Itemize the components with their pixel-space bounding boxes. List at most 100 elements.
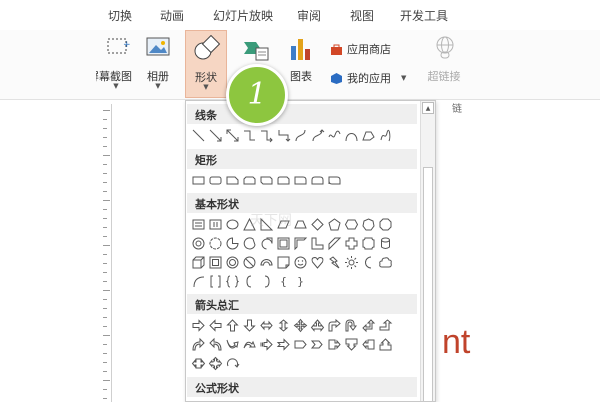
cloud-icon[interactable] [377, 253, 394, 271]
double-bracket-icon[interactable] [207, 272, 224, 290]
diamond-icon[interactable] [309, 215, 326, 233]
curve-icon[interactable] [343, 126, 360, 144]
folded-corner-icon[interactable] [275, 253, 292, 271]
tab-developer[interactable]: 开发工具 [400, 7, 448, 24]
gallery-scrollbar[interactable]: ▲ [420, 101, 435, 401]
striped-right-arrow-icon[interactable] [258, 335, 275, 353]
arc-icon[interactable] [190, 272, 207, 290]
up-down-arrow-icon[interactable] [275, 316, 292, 334]
vertical-text-box-icon[interactable] [207, 215, 224, 233]
chevron-arrow-icon[interactable] [309, 335, 326, 353]
round-single-corner-rectangle-icon[interactable] [292, 171, 309, 189]
scroll-up-icon[interactable]: ▲ [422, 102, 434, 114]
chord-icon[interactable] [241, 234, 258, 252]
freeform-icon[interactable] [360, 126, 377, 144]
notched-right-arrow-icon[interactable] [275, 335, 292, 353]
pie-icon[interactable] [224, 234, 241, 252]
hyperlink-button[interactable]: 超链接 [424, 30, 464, 98]
heptagon-icon[interactable] [360, 215, 377, 233]
pentagon-icon[interactable] [326, 215, 343, 233]
curved-left-arrow-icon[interactable] [207, 335, 224, 353]
snip-diagonal-rectangle-icon[interactable] [258, 171, 275, 189]
teardrop-icon[interactable] [258, 234, 275, 252]
donut-icon[interactable] [224, 253, 241, 271]
oval-icon[interactable] [224, 215, 241, 233]
down-arrow-callout-icon[interactable] [343, 335, 360, 353]
shapes-button[interactable]: 形状 ▼ [185, 30, 227, 98]
left-right-arrow-callout-icon[interactable] [190, 354, 207, 372]
heart-icon[interactable] [309, 253, 326, 271]
screenshot-button[interactable]: + 屏幕截图 ▼ [96, 30, 136, 98]
cube-icon[interactable] [190, 253, 207, 271]
tab-slideshow[interactable]: 幻灯片放映 [213, 7, 273, 24]
pentagon-arrow-icon[interactable] [292, 335, 309, 353]
diagonal-stripe-icon[interactable] [326, 234, 343, 252]
decagon-icon[interactable] [190, 234, 207, 252]
round-same-side-rectangle-icon[interactable] [309, 171, 326, 189]
elbow-double-arrow-icon[interactable] [275, 126, 292, 144]
block-arc-icon[interactable] [258, 253, 275, 271]
l-shape-icon[interactable] [309, 234, 326, 252]
scribble-icon[interactable] [377, 126, 394, 144]
right-arrow-icon[interactable] [190, 316, 207, 334]
left-right-up-arrow-icon[interactable] [309, 316, 326, 334]
line-icon[interactable] [190, 126, 207, 144]
curved-arrow-connector-icon[interactable] [309, 126, 326, 144]
octagon-icon[interactable] [377, 215, 394, 233]
right-brace-icon[interactable]: } [292, 272, 309, 290]
chart-button[interactable]: 图表 [282, 30, 320, 98]
sun-icon[interactable] [343, 253, 360, 271]
left-arrow-callout-icon[interactable] [360, 335, 377, 353]
left-arrow-icon[interactable] [207, 316, 224, 334]
double-brace-icon[interactable] [224, 272, 241, 290]
left-brace-icon[interactable]: { [275, 272, 292, 290]
elbow-arrow-connector-icon[interactable] [258, 126, 275, 144]
lightning-bolt-icon[interactable] [326, 253, 343, 271]
quad-arrow-icon[interactable] [292, 316, 309, 334]
tab-animations[interactable]: 动画 [160, 7, 184, 24]
up-arrow-callout-icon[interactable] [377, 335, 394, 353]
cross-icon[interactable] [343, 234, 360, 252]
up-arrow-icon[interactable] [224, 316, 241, 334]
tab-review[interactable]: 审阅 [297, 7, 321, 24]
right-arrow-callout-icon[interactable] [326, 335, 343, 353]
curved-up-arrow-icon[interactable] [224, 335, 241, 353]
no-symbol-icon[interactable] [241, 253, 258, 271]
right-bracket-icon[interactable] [258, 272, 275, 290]
bent-up-arrow-icon[interactable] [377, 316, 394, 334]
trapezoid-icon[interactable] [292, 215, 309, 233]
round-diagonal-rectangle-icon[interactable] [326, 171, 343, 189]
plaque-icon[interactable] [360, 234, 377, 252]
frame-icon[interactable] [275, 234, 292, 252]
left-up-arrow-icon[interactable] [360, 316, 377, 334]
rounded-rectangle-icon[interactable] [207, 171, 224, 189]
circular-arrow-icon[interactable] [224, 354, 241, 372]
curved-down-arrow-icon[interactable] [241, 335, 258, 353]
can-icon[interactable] [377, 234, 394, 252]
rectangle-icon[interactable] [190, 171, 207, 189]
quad-arrow-callout-icon[interactable] [207, 354, 224, 372]
album-button[interactable]: 相册 ▼ [138, 30, 178, 98]
arrow-line-icon[interactable] [207, 126, 224, 144]
bent-arrow-icon[interactable] [326, 316, 343, 334]
elbow-connector-icon[interactable] [241, 126, 258, 144]
bevel-icon[interactable] [207, 253, 224, 271]
snip-round-rectangle-icon[interactable] [275, 171, 292, 189]
moon-icon[interactable] [360, 253, 377, 271]
u-turn-arrow-icon[interactable] [343, 316, 360, 334]
curved-double-arrow-icon[interactable] [326, 126, 343, 144]
scroll-thumb[interactable] [423, 167, 433, 401]
dodecagon-icon[interactable] [207, 234, 224, 252]
curved-connector-icon[interactable] [292, 126, 309, 144]
store-button[interactable]: 应用商店 [330, 41, 391, 57]
hexagon-icon[interactable] [343, 215, 360, 233]
snip-same-side-rectangle-icon[interactable] [241, 171, 258, 189]
down-arrow-icon[interactable] [241, 316, 258, 334]
double-arrow-line-icon[interactable] [224, 126, 241, 144]
tab-view[interactable]: 视图 [350, 7, 374, 24]
half-frame-icon[interactable] [292, 234, 309, 252]
smiley-face-icon[interactable] [292, 253, 309, 271]
left-bracket-icon[interactable] [241, 272, 258, 290]
curved-right-arrow-icon[interactable] [190, 335, 207, 353]
left-right-arrow-icon[interactable] [258, 316, 275, 334]
